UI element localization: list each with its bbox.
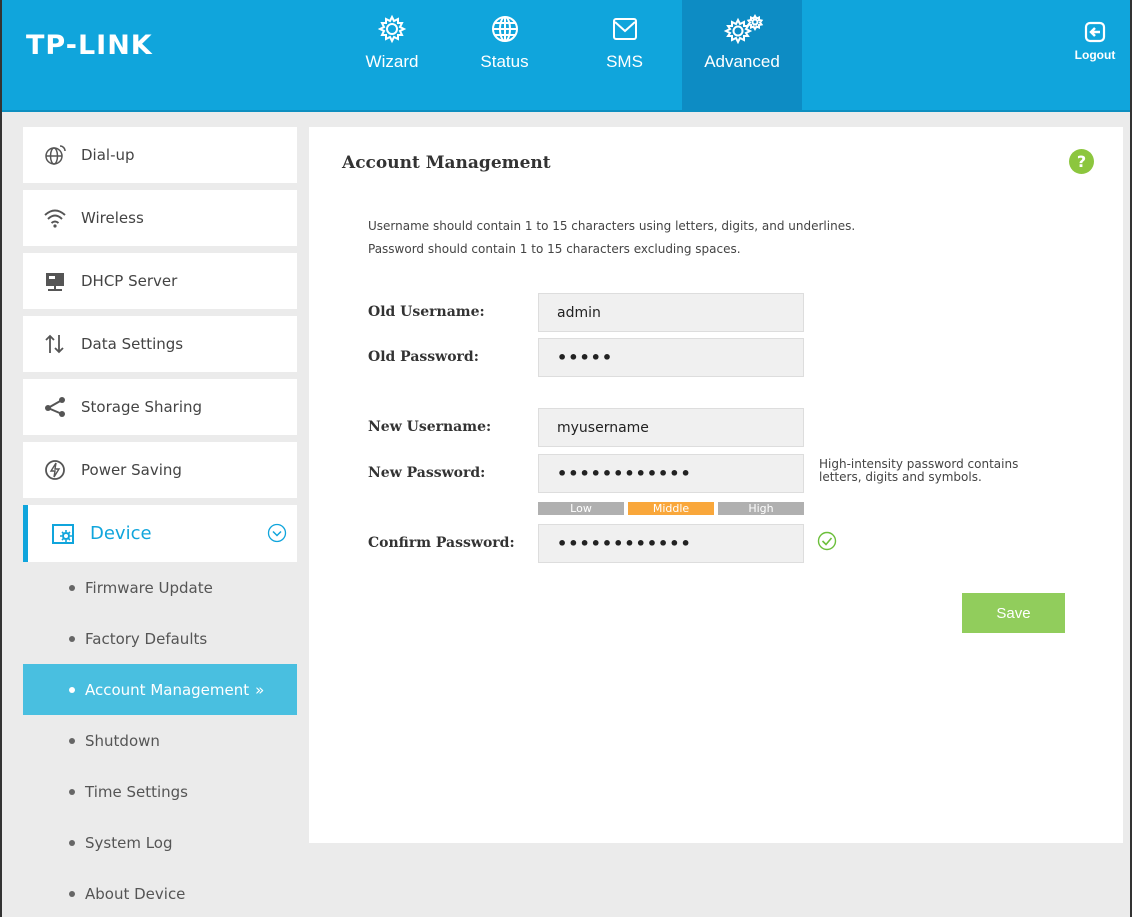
bullet-icon — [69, 635, 75, 642]
strength-high: High — [718, 502, 804, 515]
bullet-icon — [69, 584, 75, 591]
old-password-input[interactable]: ••••• — [538, 338, 804, 377]
nav-advanced-label: Advanced — [704, 52, 780, 71]
sidebar-subitem-label: Account Management — [85, 680, 250, 699]
sidebar-item-dial-up[interactable]: Dial-up — [23, 127, 297, 183]
bullet-icon — [69, 839, 75, 846]
nav-sms-label: SMS — [606, 52, 643, 71]
sidebar-subitem-factory-defaults[interactable]: Factory Defaults — [23, 613, 297, 664]
new-username-label: New Username: — [368, 419, 492, 435]
server-icon — [43, 269, 67, 293]
top-header: TP-LINK Wizard Status SMS Advanced Logou… — [2, 0, 1130, 112]
save-button[interactable]: Save — [962, 593, 1065, 633]
help-button[interactable]: ? — [1069, 149, 1094, 174]
confirm-password-input[interactable]: •••••••••••• — [538, 524, 804, 563]
logout-button[interactable]: Logout — [1070, 20, 1120, 62]
sidebar-subitem-firmware-update[interactable]: Firmware Update — [23, 562, 297, 613]
password-hint-line: letters, digits and symbols. — [819, 470, 982, 484]
sidebar-item-data-settings[interactable]: Data Settings — [23, 316, 297, 372]
sidebar-subitem-label: Factory Defaults — [85, 629, 208, 648]
power-icon — [43, 458, 67, 482]
device-submenu: Firmware Update Factory Defaults Account… — [23, 562, 297, 917]
sidebar-subitem-label: Shutdown — [85, 731, 160, 750]
nav-status-label: Status — [480, 52, 529, 71]
new-password-label: New Password: — [368, 465, 486, 481]
sidebar: Dial-up Wireless DHCP Server Data Settin… — [23, 127, 297, 917]
nav-sms[interactable]: SMS — [567, 0, 682, 110]
account-management-panel: Account Management ? Username should con… — [309, 127, 1123, 843]
bullet-icon — [69, 686, 75, 693]
new-username-input[interactable]: myusername — [538, 408, 804, 447]
bullet-icon — [69, 890, 75, 897]
sidebar-item-label: Wireless — [81, 209, 144, 227]
old-username-input[interactable]: admin — [538, 293, 804, 332]
sidebar-item-label: Device — [90, 523, 152, 544]
chevron-down-icon[interactable] — [267, 523, 287, 548]
password-strength-hint: High-intensity password contains letters… — [819, 458, 1018, 484]
sidebar-item-label: Data Settings — [81, 335, 184, 353]
sidebar-subitem-account-management[interactable]: Account Management » — [23, 664, 297, 715]
strength-middle: Middle — [628, 502, 714, 515]
old-username-label: Old Username: — [368, 304, 485, 320]
old-password-label: Old Password: — [368, 349, 479, 365]
nav-wizard[interactable]: Wizard — [342, 0, 442, 110]
strength-low: Low — [538, 502, 624, 515]
sidebar-item-label: Storage Sharing — [81, 398, 203, 416]
sidebar-subitem-label: Firmware Update — [85, 578, 213, 597]
password-rule-note: Password should contain 1 to 15 characte… — [368, 242, 741, 256]
sidebar-item-wireless[interactable]: Wireless — [23, 190, 297, 246]
sidebar-item-storage-sharing[interactable]: Storage Sharing — [23, 379, 297, 435]
sidebar-item-label: Dial-up — [81, 146, 135, 164]
wifi-icon — [43, 206, 67, 230]
nav-advanced[interactable]: Advanced — [682, 0, 802, 110]
device-gear-icon — [52, 522, 76, 546]
sidebar-item-device[interactable]: Device — [23, 505, 297, 562]
sidebar-item-label: DHCP Server — [81, 272, 178, 290]
sidebar-subitem-label: Time Settings — [85, 782, 189, 801]
username-rule-note: Username should contain 1 to 15 characte… — [368, 219, 856, 233]
sidebar-subitem-system-log[interactable]: System Log — [23, 817, 297, 868]
gears-icon — [723, 14, 764, 44]
check-circle-icon — [817, 531, 837, 555]
bullet-icon — [69, 788, 75, 795]
sidebar-item-label: Power Saving — [81, 461, 182, 479]
globe-icon — [491, 16, 518, 42]
password-strength-meter: Low Middle High — [538, 502, 808, 515]
envelope-icon — [612, 18, 637, 40]
page-title: Account Management — [342, 153, 551, 173]
double-chevron-right-icon: » — [255, 680, 265, 699]
logout-icon — [1084, 21, 1106, 43]
sidebar-item-dhcp-server[interactable]: DHCP Server — [23, 253, 297, 309]
gear-icon — [377, 14, 407, 44]
up-down-arrows-icon — [43, 332, 67, 356]
tp-link-logo: TP-LINK — [26, 30, 153, 61]
confirm-password-label: Confirm Password: — [368, 535, 515, 551]
new-password-input[interactable]: •••••••••••• — [538, 454, 804, 493]
nav-wizard-label: Wizard — [365, 52, 419, 71]
globe-dialup-icon — [43, 143, 67, 167]
main-nav: Wizard Status SMS Advanced — [342, 0, 802, 110]
sidebar-subitem-label: About Device — [85, 884, 186, 903]
nav-status[interactable]: Status — [442, 0, 567, 110]
sidebar-subitem-time-settings[interactable]: Time Settings — [23, 766, 297, 817]
sidebar-subitem-label: System Log — [85, 833, 173, 852]
sidebar-subitem-about-device[interactable]: About Device — [23, 868, 297, 917]
sidebar-item-power-saving[interactable]: Power Saving — [23, 442, 297, 498]
window-frame-left — [0, 0, 2, 917]
sidebar-subitem-shutdown[interactable]: Shutdown — [23, 715, 297, 766]
logout-label: Logout — [1074, 48, 1116, 62]
share-icon — [43, 395, 67, 419]
bullet-icon — [69, 737, 75, 744]
